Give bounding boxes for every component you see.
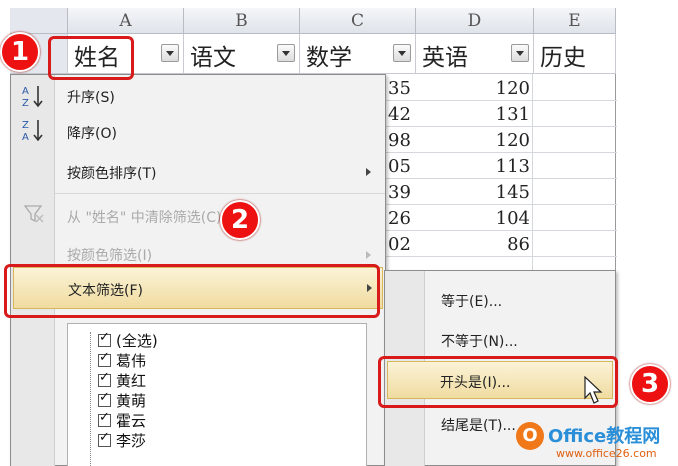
chevron-right-icon	[366, 168, 371, 176]
menu-item-sort-descending[interactable]: 降序(O)	[67, 123, 117, 143]
cell-english[interactable]: 131	[496, 104, 530, 125]
header-text-math: 数学	[306, 45, 352, 71]
table-row[interactable]: 02 86	[388, 232, 532, 258]
header-cell-chinese[interactable]: 语文	[184, 34, 300, 74]
checkbox-item[interactable]	[98, 390, 111, 407]
highlight-box-step1	[48, 36, 134, 80]
select-all-corner[interactable]	[10, 8, 68, 34]
menu-item-sort-ascending[interactable]: 升序(S)	[67, 87, 115, 107]
filter-dropdown-icon[interactable]	[511, 44, 529, 62]
submenu-item-not-equals[interactable]: 不等于(N)...	[441, 331, 518, 351]
header-cell-history[interactable]: 历史	[534, 34, 616, 74]
menu-separator	[55, 193, 385, 194]
table-row[interactable]: 39 145	[388, 180, 532, 206]
cell-english[interactable]: 120	[496, 130, 530, 151]
menu-item-sort-by-color[interactable]: 按颜色排序(T)	[67, 163, 156, 183]
watermark-url: www.office26.com	[556, 447, 657, 460]
clear-filter-icon	[23, 205, 44, 223]
cell-math[interactable]: 02	[388, 234, 411, 255]
filter-dropdown-icon[interactable]	[393, 44, 411, 62]
svg-text:A: A	[22, 132, 29, 143]
table-row[interactable]: 26 104	[388, 206, 532, 232]
menu-item-filter-by-color[interactable]: 按颜色筛选(I)	[67, 245, 152, 265]
cell-math[interactable]: 98	[388, 130, 411, 151]
checkbox-item[interactable]	[98, 430, 111, 447]
submenu-item-ends-with[interactable]: 结尾是(T)...	[441, 415, 516, 435]
step-badge-1: 1	[0, 32, 40, 72]
sort-az-icon: A Z	[22, 86, 43, 109]
filter-dropdown-icon[interactable]	[277, 44, 295, 62]
highlight-box-step3	[378, 356, 618, 408]
column-header-b[interactable]: B	[184, 8, 300, 34]
highlight-box-step2	[4, 264, 380, 318]
cell-math[interactable]: 05	[388, 156, 411, 177]
checkbox-label: 黄萌	[116, 392, 147, 410]
sort-za-icon: Z A	[22, 120, 43, 143]
cell-english[interactable]: 86	[507, 234, 530, 255]
checkbox-label: 黄红	[116, 372, 147, 390]
filter-value-list[interactable]: (全选) 葛伟 黄红 黄萌 霍云 李莎	[67, 323, 367, 466]
table-row[interactable]: 98 120	[388, 128, 532, 154]
table-row[interactable]: 42 131	[388, 102, 532, 128]
table-row[interactable]: 05 113	[388, 154, 532, 180]
checkbox-label: (全选)	[116, 332, 158, 350]
cell-english[interactable]: 120	[496, 78, 530, 99]
checkbox-item[interactable]	[98, 350, 111, 367]
header-cell-math[interactable]: 数学	[300, 34, 416, 74]
checkbox-label: 霍云	[116, 412, 147, 430]
svg-text:Z: Z	[22, 120, 29, 131]
cell-math[interactable]: 39	[388, 182, 411, 203]
cell-english[interactable]: 104	[496, 208, 530, 229]
filter-dropdown-icon[interactable]	[161, 44, 179, 62]
svg-text:Z: Z	[22, 98, 29, 109]
step-badge-2: 2	[220, 200, 260, 240]
cell-english[interactable]: 145	[496, 182, 530, 203]
cell-math[interactable]: 42	[388, 104, 411, 125]
chevron-right-icon	[366, 251, 371, 259]
header-text-history: 历史	[540, 45, 586, 71]
checkbox-item[interactable]	[98, 410, 111, 427]
submenu-item-equals[interactable]: 等于(E)...	[441, 291, 502, 311]
cell-english[interactable]: 113	[496, 156, 530, 177]
excel-window: A B C D E 姓名 语文 数学 英语 历史 35 120 42 131 98 1…	[0, 0, 678, 466]
svg-text:A: A	[22, 86, 29, 97]
table-row[interactable]: 35 120	[388, 76, 532, 102]
column-header-e[interactable]: E	[534, 8, 616, 34]
office-logo-icon: O	[516, 422, 544, 450]
header-text-chinese: 语文	[190, 45, 236, 71]
col-divider	[532, 74, 533, 274]
checkbox-select-all[interactable]	[98, 330, 111, 347]
cell-math[interactable]: 35	[388, 78, 411, 99]
header-cell-english[interactable]: 英语	[416, 34, 534, 74]
watermark: O Office教程网 www.office26.com	[512, 420, 678, 466]
mouse-cursor-icon	[584, 376, 603, 404]
menu-item-clear-filter[interactable]: 从 "姓名" 中清除筛选(C)	[67, 207, 221, 227]
column-header-c[interactable]: C	[300, 8, 416, 34]
header-text-english: 英语	[422, 45, 468, 71]
column-header-a[interactable]: A	[68, 8, 184, 34]
cell-math[interactable]: 26	[388, 208, 411, 229]
checkbox-label: 葛伟	[116, 352, 147, 370]
column-header-d[interactable]: D	[416, 8, 534, 34]
checkbox-item[interactable]	[98, 370, 111, 387]
tree-connector	[90, 332, 91, 466]
checkbox-label: 李莎	[116, 432, 147, 450]
step-badge-3: 3	[630, 364, 670, 404]
watermark-title: Office教程网	[548, 426, 661, 447]
